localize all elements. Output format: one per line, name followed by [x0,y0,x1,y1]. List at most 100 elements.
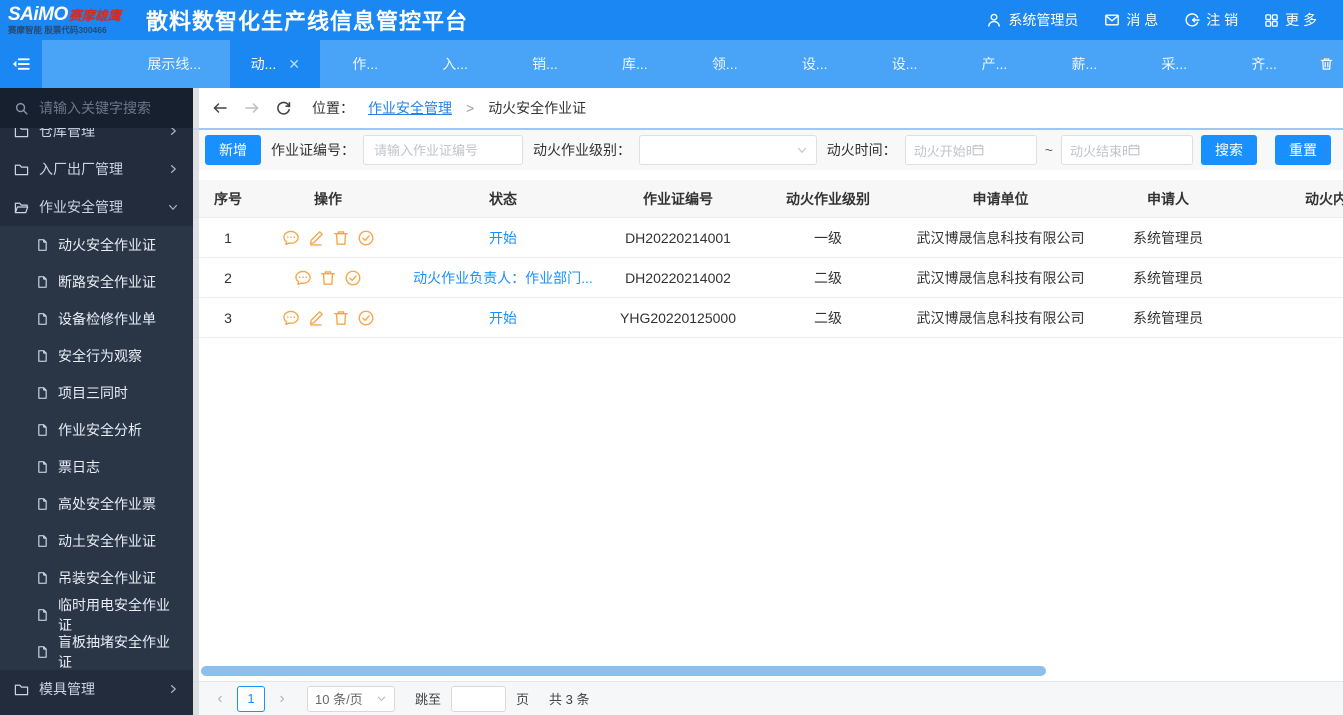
messages-label: 消 息 [1126,12,1159,28]
approve-icon[interactable] [357,309,375,327]
close-all-tabs-button[interactable] [1309,40,1343,88]
sidebar-item-circuit-break-permit[interactable]: 断路安全作业证 [0,263,193,300]
file-icon [36,275,49,289]
status-link[interactable]: 开始 [489,308,517,328]
forward-button[interactable] [243,100,261,116]
search-button[interactable]: 搜索 [1201,135,1257,165]
comment-icon[interactable] [282,309,300,327]
tab-9[interactable]: 产... [949,40,1039,88]
table-row: 2 动火作业负责人：作业部门... DH20220214002 二级 武汉博晟信… [193,258,1343,298]
tab-8[interactable]: 设... [860,40,950,88]
cert-no-input[interactable] [363,135,523,165]
breadcrumb-location-label: 位置： [312,100,354,116]
fire-time-label: 动火时间： [826,142,897,158]
approve-icon[interactable] [357,229,375,247]
sidebar-item-lifting-permit[interactable]: 吊装安全作业证 [0,559,193,596]
edit-icon[interactable] [307,229,325,247]
app-header: SAiMO 赛摩雄鹰 赛摩智能 股票代码300466 散料数智化生产线信息管控平… [0,0,1343,40]
chevron-down-icon [376,693,387,704]
refresh-button[interactable] [275,100,292,117]
next-page-button[interactable]: › [275,690,289,708]
tab-6[interactable]: 领... [680,40,770,88]
col-operations: 操作 [314,190,342,207]
user-label: 系统管理员 [1008,12,1079,28]
sidebar-search-input[interactable] [39,100,179,116]
logo-text-cn: 赛摩雄鹰 [68,8,121,24]
file-icon [36,386,49,400]
back-button[interactable] [211,100,229,116]
tab-close-icon[interactable]: ✕ [288,56,300,73]
tab-7[interactable]: 设... [770,40,860,88]
more-button[interactable]: 更 多 [1264,10,1317,30]
sidebar-search[interactable] [0,88,193,128]
open-tabs: 展示线... 动... ✕ 作... 入... 销... 库... 领... 设… [118,40,1309,88]
trash-icon [1319,56,1334,72]
sidebar-item-ticket-log[interactable]: 票日志 [0,448,193,485]
tab-12[interactable]: 齐... [1219,40,1309,88]
sidebar-item-height-work-ticket[interactable]: 高处安全作业票 [0,485,193,522]
total-count-label: 共 3 条 [549,692,590,707]
sidebar-item-project-three-sync[interactable]: 项目三同时 [0,374,193,411]
logout-button[interactable]: 注 销 [1184,10,1238,30]
fire-end-date-picker[interactable]: 动火结束时间 [1060,135,1193,165]
approve-icon[interactable] [344,269,362,287]
table-row: 3 开始 YHG20220125000 二级 武汉博晟信息科技有限公司 系统管理… [193,298,1343,338]
status-link[interactable]: 开始 [489,228,517,248]
comment-icon[interactable] [294,269,312,287]
tabbar: 展示线... 动... ✕ 作... 入... 销... 库... 领... 设… [0,40,1343,88]
sidebar-item-earthwork-permit[interactable]: 动土安全作业证 [0,522,193,559]
sidebar-item-entry-exit[interactable]: 入厂出厂管理 [0,150,193,188]
reset-button[interactable]: 重置 [1275,135,1331,165]
delete-icon[interactable] [319,269,337,287]
logout-icon [1184,12,1200,28]
sidebar-collapse-button[interactable] [0,40,42,88]
sidebar-item-hot-work-permit[interactable]: 动火安全作业证 [0,226,193,263]
tab-11[interactable]: 采... [1129,40,1219,88]
prev-page-button[interactable]: ‹ [213,690,227,708]
add-button[interactable]: 新增 [205,135,261,165]
tab-1-active[interactable]: 动... ✕ [230,40,321,88]
fire-level-select[interactable] [639,135,817,165]
file-icon [36,312,49,326]
page-number-button[interactable]: 1 [237,685,265,712]
tab-4[interactable]: 销... [500,40,590,88]
sidebar-item-job-safety-analysis[interactable]: 作业安全分析 [0,411,193,448]
messages-button[interactable]: 消 息 [1104,10,1158,30]
sidebar-item-equipment-maintenance[interactable]: 设备检修作业单 [0,300,193,337]
delete-icon[interactable] [332,229,350,247]
vertical-scrollbar[interactable] [193,88,199,715]
sidebar-item-safety-behavior[interactable]: 安全行为观察 [0,337,193,374]
edit-icon[interactable] [307,309,325,327]
jump-to-input[interactable] [451,685,507,712]
message-icon [1104,12,1120,28]
file-icon [36,645,49,659]
status-link[interactable]: 动火作业负责人：作业部门... [413,268,593,288]
breadcrumb-parent-link[interactable]: 作业安全管理 [368,98,452,118]
user-menu[interactable]: 系统管理员 [986,10,1078,30]
sidebar-item-mold-management[interactable]: 模具管理 [0,670,193,708]
page-unit-label: 页 [516,692,530,707]
filter-bar: 新增 作业证编号： 动火作业级别： 动火时间： 动火开始时间 ~ 动火结束时间 … [193,128,1343,170]
work-safety-submenu: 动火安全作业证 断路安全作业证 设备检修作业单 安全行为观察 项目三同时 作业安… [0,226,193,670]
saimo-logo: SAiMO 赛摩雄鹰 赛摩智能 股票代码300466 [8,5,136,35]
tab-3[interactable]: 入... [410,40,500,88]
tab-5[interactable]: 库... [590,40,680,88]
tab-10[interactable]: 薪... [1039,40,1129,88]
tab-0[interactable]: 展示线... [118,40,230,88]
col-cert-no: 作业证编号 [643,190,713,207]
folder-icon [14,682,29,697]
breadcrumb-separator: > [466,100,475,116]
tab-2[interactable]: 作... [320,40,410,88]
file-icon [36,238,49,252]
permits-table: 序号 操作 状态 作业证编号 动火作业级别 申请单位 申请人 动火内容 1 开始… [193,180,1343,338]
sidebar-item-temp-power-permit[interactable]: 临时用电安全作业证 [0,596,193,633]
delete-icon[interactable] [332,309,350,327]
sidebar-item-blind-plate-permit[interactable]: 盲板抽堵安全作业证 [0,633,193,670]
fire-start-date-picker[interactable]: 动火开始时间 [904,135,1037,165]
chevron-down-icon [167,201,179,213]
horizontal-scrollbar[interactable] [201,666,1046,676]
comment-icon[interactable] [282,229,300,247]
page-size-select[interactable]: 10 条/页 [307,685,395,712]
file-icon [36,349,49,363]
sidebar-item-work-safety[interactable]: 作业安全管理 [0,188,193,226]
